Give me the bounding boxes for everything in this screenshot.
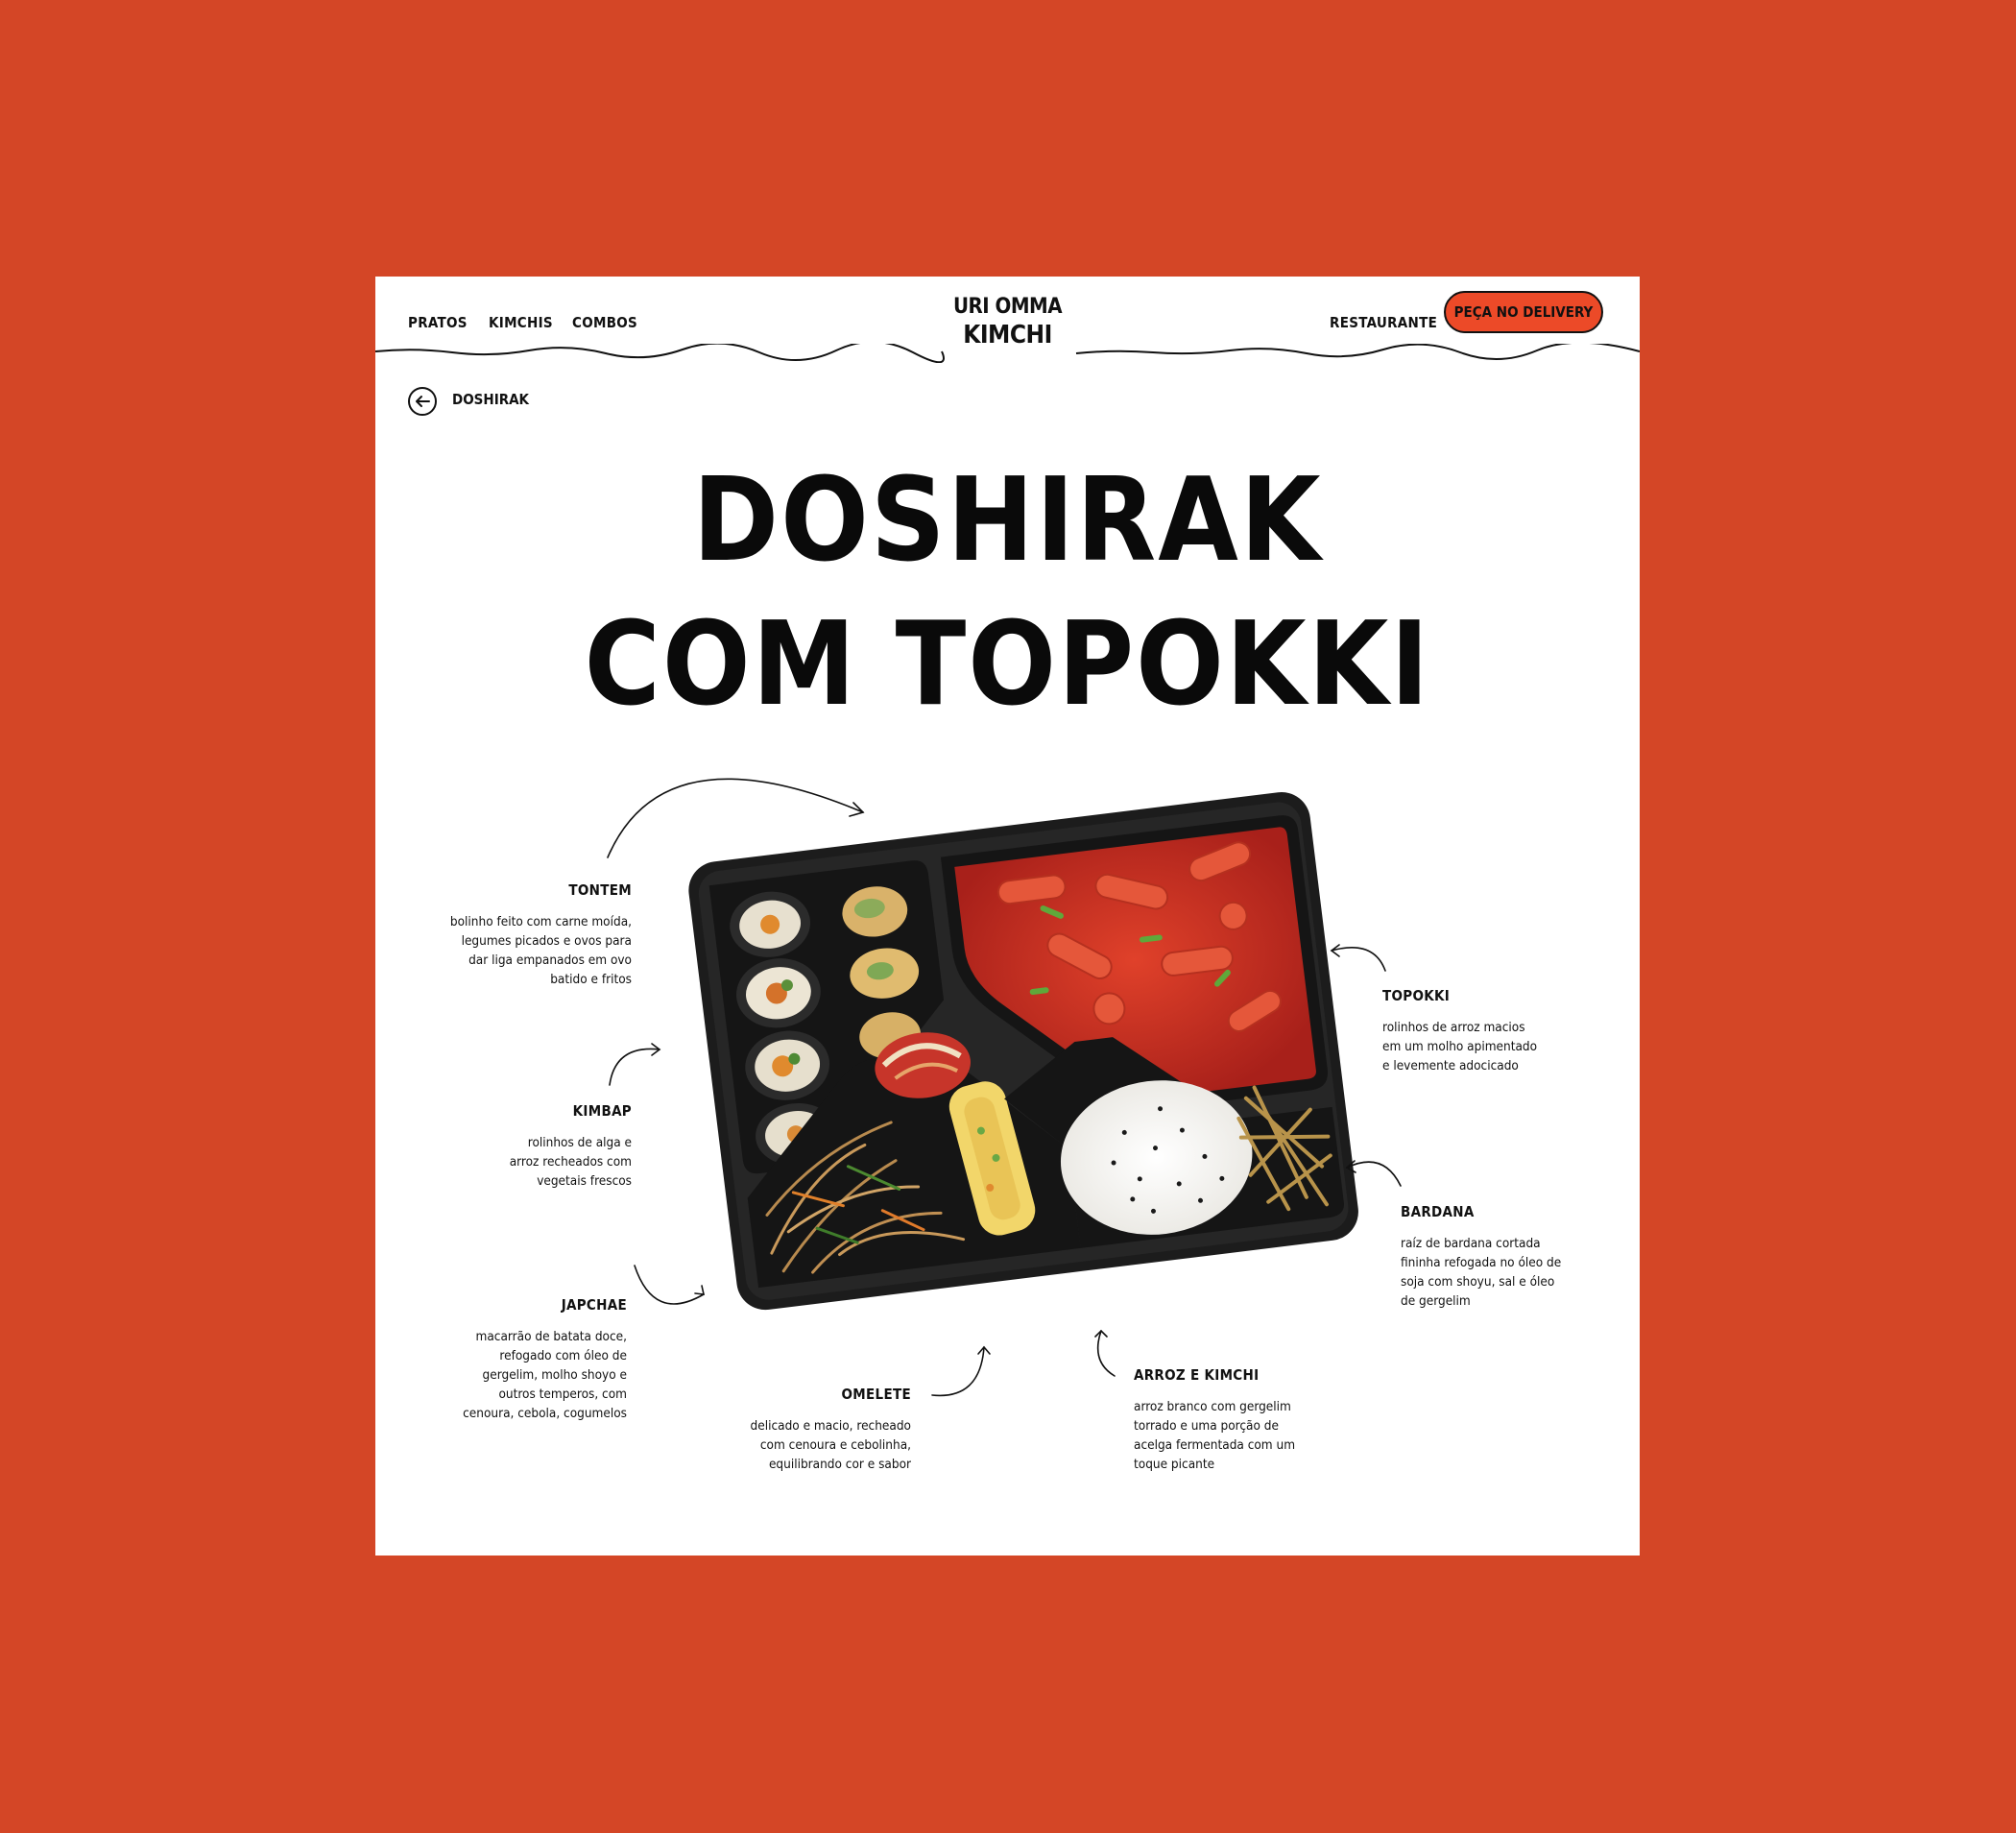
annotation-description: macarrão de batata doce, refogado com ól… bbox=[463, 1329, 627, 1421]
annotation-omelete: OMELETE delicado e macio, recheado com c… bbox=[700, 1386, 911, 1474]
annotation-description: rolinhos de alga e arroz recheados com v… bbox=[509, 1135, 632, 1189]
annotation-title: KIMBAP bbox=[572, 1102, 632, 1120]
annotation-title: OMELETE bbox=[841, 1386, 911, 1403]
annotation-title: TOPOKKI bbox=[1382, 987, 1451, 1004]
annotation-title: ARROZ E KIMCHI bbox=[1134, 1366, 1260, 1384]
annotation-japchae: JAPCHAE macarrão de batata doce, refogad… bbox=[416, 1296, 627, 1423]
annotation-description: bolinho feito com carne moída, legumes p… bbox=[449, 914, 632, 987]
annotation-description: raíz de bardana cortada fininha refogada… bbox=[1401, 1236, 1562, 1309]
annotation-arroz-e-kimchi: ARROZ E KIMCHI arroz branco com gergelim… bbox=[1134, 1366, 1345, 1474]
annotation-description: arroz branco com gergelim torrado e uma … bbox=[1134, 1399, 1296, 1472]
annotation-topokki: TOPOKKI rolinhos de arroz macios em um m… bbox=[1382, 987, 1574, 1075]
annotation-tontem: TONTEM bolinho feito com carne moída, le… bbox=[420, 881, 632, 989]
annotation-kimbap: KIMBAP rolinhos de alga e arroz recheado… bbox=[440, 1102, 632, 1191]
annotation-description: delicado e macio, recheado com cenoura e… bbox=[750, 1418, 911, 1472]
annotation-description: rolinhos de arroz macios em um molho api… bbox=[1382, 1020, 1538, 1073]
annotation-title: TONTEM bbox=[568, 881, 632, 899]
annotation-title: JAPCHAE bbox=[561, 1296, 627, 1314]
annotation-title: BARDANA bbox=[1401, 1203, 1475, 1220]
annotation-bardana: BARDANA raíz de bardana cortada fininha … bbox=[1401, 1203, 1602, 1311]
web-page: PRATOS KIMCHIS COMBOS URI OMMA KIMCHI RE… bbox=[375, 277, 1640, 1556]
